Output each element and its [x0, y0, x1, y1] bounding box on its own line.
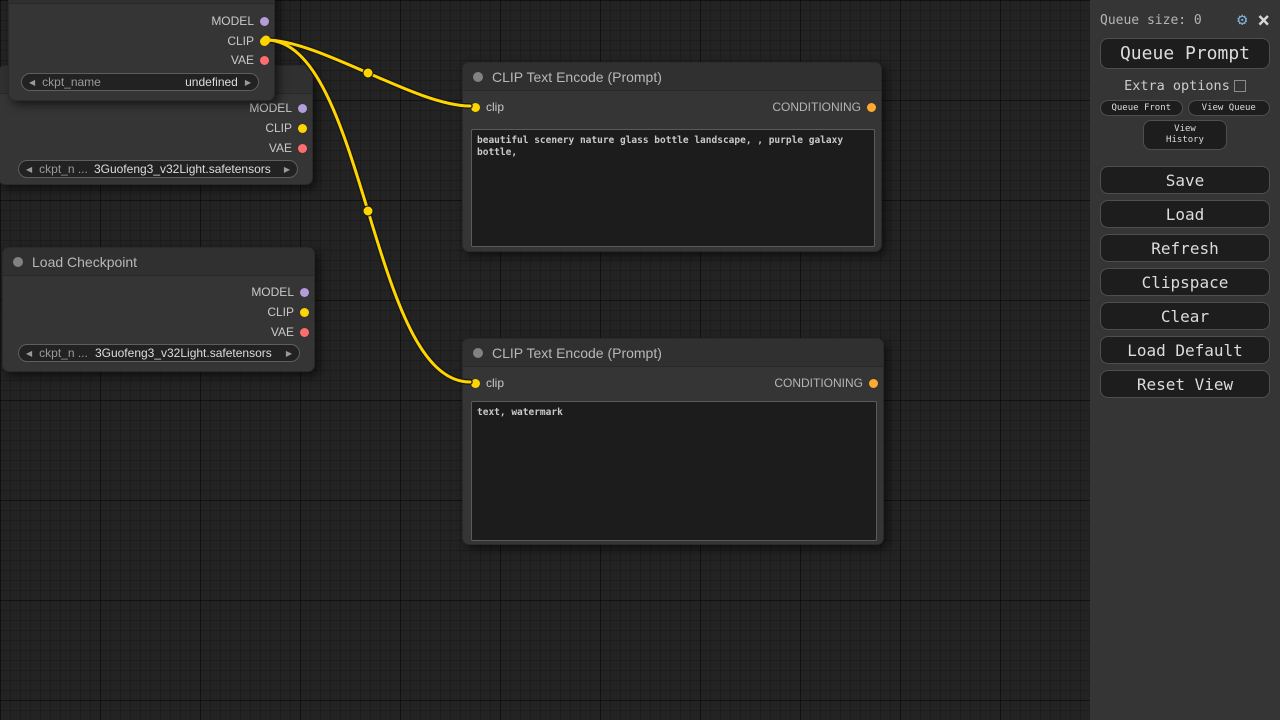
widget-next-arrow-icon[interactable]: ▶ [238, 78, 258, 87]
reset-view-button[interactable]: Reset View [1100, 370, 1270, 398]
model-slot-dot[interactable] [298, 104, 307, 113]
node-load-checkpoint-top[interactable]: MODEL CLIP VAE ◀ ckpt_name undefined ▶ [8, 0, 275, 101]
clip-slot-dot[interactable] [260, 37, 269, 46]
node-graph-canvas[interactable]: MODEL CLIP VAE ◀ ckpt_n ... 3Guofeng3_v3… [0, 0, 1090, 720]
node-status-dot-icon [473, 348, 483, 358]
queue-actions-row: Queue Front View Queue [1100, 100, 1270, 116]
widget-value: 3Guofeng3_v32Light.safetensors [88, 162, 277, 176]
widget-prev-arrow-icon[interactable]: ◀ [22, 78, 42, 87]
node-clip-text-encode-negative[interactable]: CLIP Text Encode (Prompt) clip CONDITION… [462, 338, 884, 545]
slot-label: CLIP [227, 34, 254, 48]
comfy-menu-panel: Queue size: 0 ⚙ × Queue Prompt Extra opt… [1090, 0, 1280, 720]
node-status-dot-icon [13, 257, 23, 267]
widget-prev-arrow-icon[interactable]: ◀ [19, 349, 39, 358]
conditioning-slot-dot[interactable] [867, 103, 876, 112]
vae-slot-dot[interactable] [260, 56, 269, 65]
queue-size-label: Queue size: 0 [1100, 13, 1237, 28]
output-slot-vae[interactable]: VAE [271, 325, 314, 339]
conditioning-slot-dot[interactable] [869, 379, 878, 388]
node-status-dot-icon [473, 72, 483, 82]
input-slot-clip[interactable]: clip [467, 376, 504, 390]
output-slot-model[interactable]: MODEL [249, 101, 312, 115]
ckpt-name-widget[interactable]: ◀ ckpt_n ... 3Guofeng3_v32Light.safetens… [18, 160, 298, 178]
node-title-bar[interactable]: Load Checkpoint [3, 248, 314, 276]
queue-prompt-button[interactable]: Queue Prompt [1100, 38, 1270, 69]
load-default-button[interactable]: Load Default [1100, 336, 1270, 364]
vae-slot-dot[interactable] [300, 328, 309, 337]
model-slot-dot[interactable] [260, 17, 269, 26]
node-title-bar[interactable] [9, 0, 274, 4]
view-history-button[interactable]: View History [1143, 120, 1227, 150]
wire-midpoint-dot [363, 68, 373, 78]
save-button[interactable]: Save [1100, 166, 1270, 194]
queue-size-row: Queue size: 0 ⚙ × [1100, 10, 1270, 30]
input-slot-clip[interactable]: clip [467, 100, 504, 114]
slot-label: MODEL [249, 101, 292, 115]
extra-options-row: Extra options [1100, 78, 1270, 93]
clip-input-dot[interactable] [471, 103, 480, 112]
widget-next-arrow-icon[interactable]: ▶ [277, 165, 297, 174]
widget-prev-arrow-icon[interactable]: ◀ [19, 165, 39, 174]
slot-label: VAE [231, 53, 254, 67]
load-button[interactable]: Load [1100, 200, 1270, 228]
clipspace-button[interactable]: Clipspace [1100, 268, 1270, 296]
output-slot-vae[interactable]: VAE [269, 141, 312, 155]
extra-options-label: Extra options [1124, 78, 1230, 94]
node-title: Load Checkpoint [32, 254, 137, 270]
clip-slot-dot[interactable] [300, 308, 309, 317]
widget-name: ckpt_n ... [39, 162, 88, 176]
clear-button[interactable]: Clear [1100, 302, 1270, 330]
prompt-textarea[interactable]: beautiful scenery nature glass bottle la… [471, 129, 875, 247]
output-slot-conditioning[interactable]: CONDITIONING [772, 100, 881, 114]
slot-label: MODEL [211, 14, 254, 28]
widget-name: ckpt_n ... [39, 346, 88, 360]
slot-label: CLIP [265, 121, 292, 135]
close-icon[interactable]: × [1257, 11, 1270, 29]
node-title: CLIP Text Encode (Prompt) [492, 69, 662, 85]
node-clip-text-encode-positive[interactable]: CLIP Text Encode (Prompt) clip CONDITION… [462, 62, 882, 252]
output-slot-model[interactable]: MODEL [211, 14, 274, 28]
node-load-checkpoint[interactable]: Load Checkpoint MODEL CLIP VAE ◀ ckpt_n … [2, 247, 315, 372]
output-slot-clip[interactable]: CLIP [267, 305, 314, 319]
prompt-textarea[interactable]: text, watermark [471, 401, 877, 541]
model-slot-dot[interactable] [300, 288, 309, 297]
clip-input-dot[interactable] [471, 379, 480, 388]
output-slot-conditioning[interactable]: CONDITIONING [774, 376, 883, 390]
settings-gear-icon[interactable]: ⚙ [1237, 10, 1247, 30]
slot-label: CLIP [267, 305, 294, 319]
slot-label: clip [486, 100, 504, 114]
slot-label: MODEL [251, 285, 294, 299]
view-queue-button[interactable]: View Queue [1188, 100, 1271, 116]
vae-slot-dot[interactable] [298, 144, 307, 153]
slot-label: CONDITIONING [774, 376, 863, 390]
wire-midpoint-dot [363, 206, 373, 216]
output-slot-vae[interactable]: VAE [231, 53, 274, 67]
node-title-bar[interactable]: CLIP Text Encode (Prompt) [463, 63, 881, 91]
slot-label: VAE [271, 325, 294, 339]
refresh-button[interactable]: Refresh [1100, 234, 1270, 262]
node-title: CLIP Text Encode (Prompt) [492, 345, 662, 361]
node-title-bar[interactable]: CLIP Text Encode (Prompt) [463, 339, 883, 367]
widget-name: ckpt_name [42, 75, 101, 89]
widget-next-arrow-icon[interactable]: ▶ [279, 349, 299, 358]
ckpt-name-widget[interactable]: ◀ ckpt_name undefined ▶ [21, 73, 259, 91]
extra-options-checkbox[interactable] [1234, 80, 1246, 92]
output-slot-clip[interactable]: CLIP [227, 34, 274, 48]
ckpt-name-widget[interactable]: ◀ ckpt_n ... 3Guofeng3_v32Light.safetens… [18, 344, 300, 362]
output-slot-clip[interactable]: CLIP [265, 121, 312, 135]
output-slot-model[interactable]: MODEL [251, 285, 314, 299]
slot-label: clip [486, 376, 504, 390]
queue-front-button[interactable]: Queue Front [1100, 100, 1183, 116]
slot-label: VAE [269, 141, 292, 155]
widget-value: undefined [185, 75, 238, 89]
widget-value: 3Guofeng3_v32Light.safetensors [88, 346, 279, 360]
slot-label: CONDITIONING [772, 100, 861, 114]
clip-slot-dot[interactable] [298, 124, 307, 133]
